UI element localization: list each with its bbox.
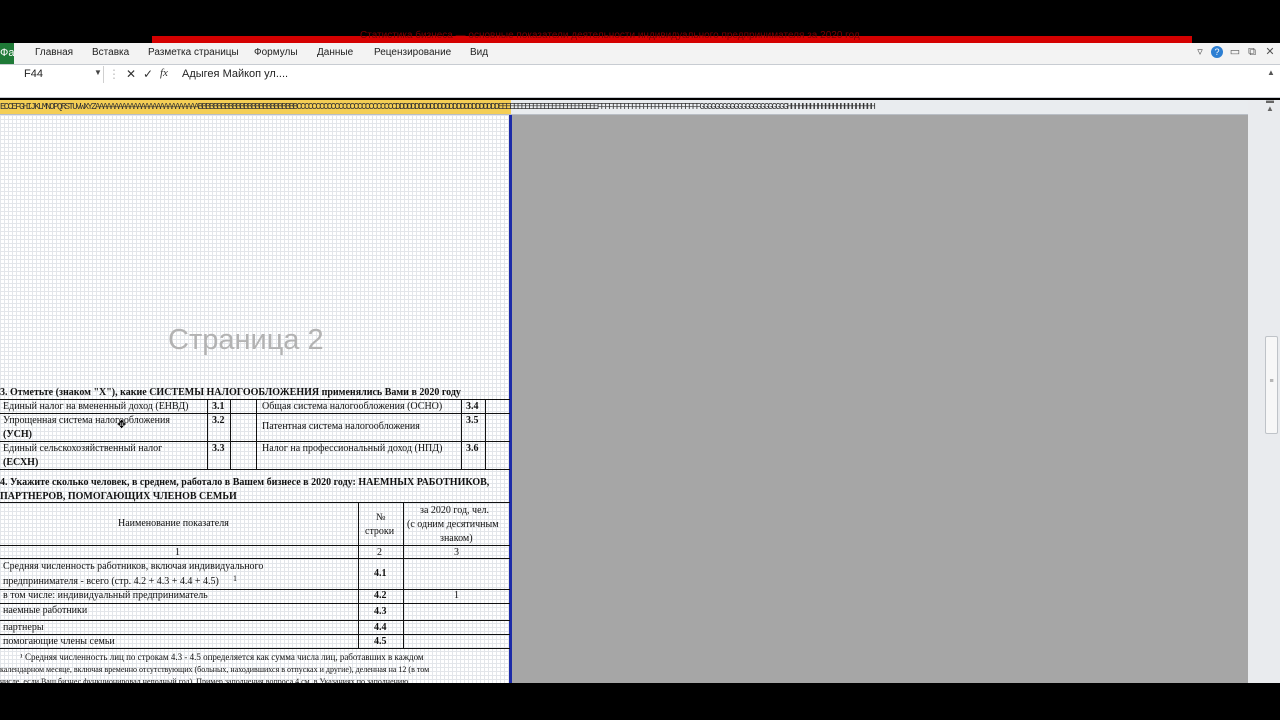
row-4-2-code: 4.2 <box>374 590 387 601</box>
tab-page-layout[interactable]: Разметка страницы <box>148 47 239 58</box>
index-col-1: 1 <box>175 547 180 558</box>
tax-npd-code: 3.6 <box>466 443 479 454</box>
restore-icon[interactable]: ⧉ <box>1246 46 1258 58</box>
row-4-1-label-1: Средняя численность работников, включая … <box>3 561 264 572</box>
tax-osno-code: 3.4 <box>466 401 479 412</box>
tax-eshn-code: 3.3 <box>212 443 225 454</box>
tax-usn-abbr: (УСН) <box>3 429 32 440</box>
row-4-2-value[interactable]: 1 <box>454 590 459 601</box>
col-header-value-2: (с одним десятичным <box>407 519 499 530</box>
tax-patent-label: Патентная система налогообложения <box>262 421 420 432</box>
row-4-1-code: 4.1 <box>374 568 387 579</box>
tab-home[interactable]: Главная <box>35 47 73 58</box>
row-4-3-code: 4.3 <box>374 606 387 617</box>
tax-usn-code: 3.2 <box>212 415 225 426</box>
index-col-2: 2 <box>377 547 382 558</box>
row-4-4-label: партнеры <box>3 622 44 633</box>
row-4-2-label: в том числе: индивидуальный предпринимат… <box>3 590 208 601</box>
screen-bottom-band <box>0 683 1280 720</box>
outside-print-area <box>512 115 1248 683</box>
close-icon[interactable]: ✕ <box>1264 46 1276 58</box>
mouse-cursor-icon: ✥ <box>117 419 127 431</box>
expand-formula-bar-icon[interactable]: ▲ <box>1267 68 1275 77</box>
scroll-up-icon[interactable]: ▲ <box>1266 104 1274 113</box>
scroll-grip-icon: ≡ <box>1269 378 1274 385</box>
footnote-line-2: календарном месяце, включая временно отс… <box>0 665 430 674</box>
row-4-1-label-2: предпринимателя - всего (стр. 4.2 + 4.3 … <box>3 576 219 587</box>
tax-eshn-label: Единый сельскохозяйственный налог <box>3 443 163 454</box>
col-header-name: Наименование показателя <box>118 518 229 529</box>
row-4-5-label: помогающие члены семьи <box>3 636 115 647</box>
index-col-3: 3 <box>454 547 459 558</box>
cancel-icon[interactable]: ✕ <box>126 67 136 81</box>
name-box[interactable] <box>0 66 104 83</box>
formula-input[interactable]: Адыгея Майкоп ул.... <box>182 68 288 80</box>
row-4-4-code: 4.4 <box>374 622 387 633</box>
section-3-title: 3. Отметьте (знаком "X"), какие СИСТЕМЫ … <box>0 387 461 398</box>
enter-icon[interactable]: ✓ <box>143 67 153 81</box>
help-icon[interactable]: ? <box>1211 46 1223 58</box>
name-box-value: F44 <box>24 68 43 80</box>
row-4-5-code: 4.5 <box>374 636 387 647</box>
col-header-value-1: за 2020 год, чел. <box>420 505 489 516</box>
vertical-scroll-thumb[interactable] <box>1265 336 1278 434</box>
tax-npd-label: Налог на профессиональный доход (НПД) <box>262 443 443 454</box>
row-4-1-footnote-mark: 1 <box>233 574 237 583</box>
tab-file[interactable]: Файл <box>0 43 14 64</box>
tax-usn-label: Упрощенная система налогообложения <box>3 415 170 426</box>
col-header-num-1: № <box>376 512 386 523</box>
window-title: Статистика бизнеса — основные показатели… <box>360 30 860 41</box>
tab-formulas[interactable]: Формулы <box>254 47 298 58</box>
row-4-3-label: наемные работники <box>3 605 88 616</box>
tax-osno-label: Общая система налогообложения (ОСНО) <box>262 401 443 412</box>
col-header-value-3: знаком) <box>440 533 473 544</box>
tax-envd-label: Единый налог на вмененный доход (ЕНВД) <box>3 401 189 412</box>
footnote-line-1: ¹ Средняя численность лиц по строкам 4.3… <box>20 652 424 662</box>
tab-view[interactable]: Вид <box>470 47 488 58</box>
section-4-title-line-1: 4. Укажите сколько человек, в среднем, р… <box>0 477 490 488</box>
tax-envd-code: 3.1 <box>212 401 225 412</box>
minimize-icon[interactable]: ▭ <box>1229 46 1241 58</box>
tax-eshn-abbr: (ЕСХН) <box>3 457 39 468</box>
insert-function-icon[interactable]: fx <box>160 67 168 79</box>
ribbon-minimize-icon[interactable]: ▿ <box>1194 46 1206 58</box>
tax-patent-code: 3.5 <box>466 415 479 426</box>
tab-review[interactable]: Рецензирование <box>374 47 451 58</box>
chevron-down-icon[interactable]: ▼ <box>94 68 102 77</box>
tab-data[interactable]: Данные <box>317 47 353 58</box>
col-header-num-2: строки <box>365 526 395 537</box>
section-4-title-line-2: ПАРТНЕРОВ, ПОМОГАЮЩИХ ЧЛЕНОВ СЕМЬИ <box>0 491 237 502</box>
drag-handle-icon[interactable]: ⋮ <box>108 67 120 81</box>
tab-insert[interactable]: Вставка <box>92 47 129 58</box>
column-header-letters: ECCEFGHIJKLMNOPQRSTUVWXYZAAAAAAAAAAAAAAA… <box>0 102 876 112</box>
page-watermark: Страница 2 <box>168 324 324 356</box>
